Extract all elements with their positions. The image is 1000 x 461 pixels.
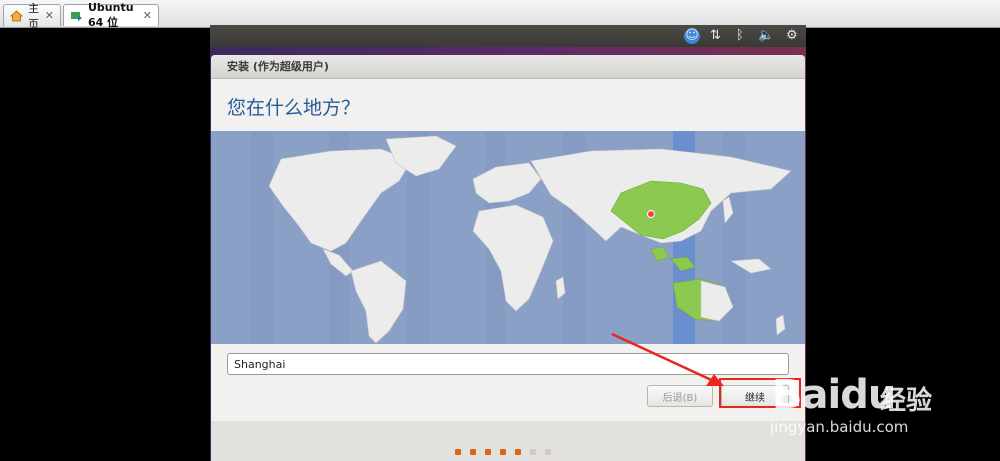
watermark-url: jingyan.baidu.com xyxy=(770,418,909,436)
baidu-watermark: Baidu 经验 jingyan.baidu.com xyxy=(762,352,992,452)
watermark-brand: Baidu xyxy=(772,372,896,418)
watermark-brand-cn: 经验 xyxy=(880,386,933,416)
